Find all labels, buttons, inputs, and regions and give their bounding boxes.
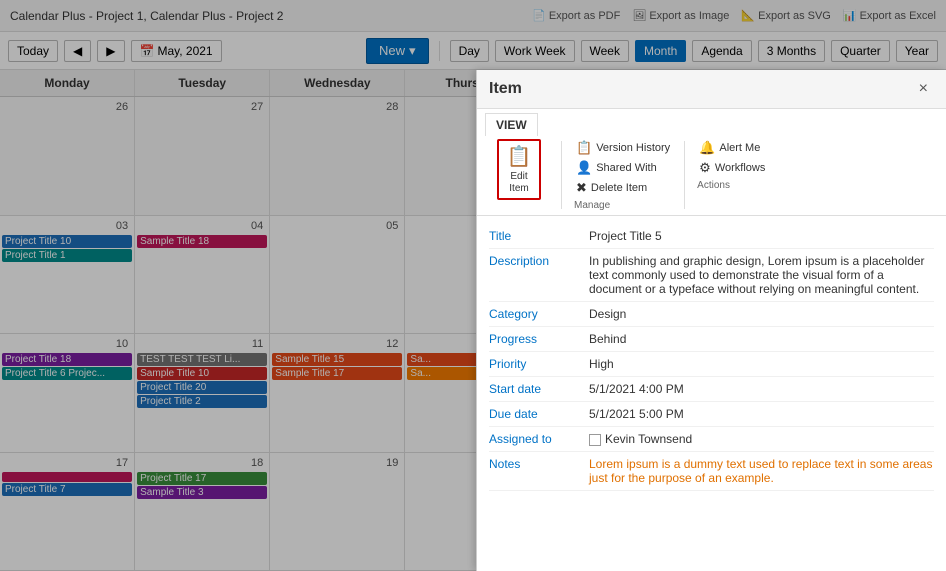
ribbon-group-actions: 🔔 Alert Me ⚙ Workflows Actions bbox=[697, 139, 767, 191]
version-history-icon: 📋 bbox=[576, 140, 592, 156]
detail-label: Assigned to bbox=[489, 432, 589, 446]
delete-icon: ✖ bbox=[576, 180, 587, 196]
edit-item-label: EditItem bbox=[509, 171, 528, 195]
detail-value: Behind bbox=[589, 332, 934, 346]
actions-group-label: Actions bbox=[697, 180, 767, 191]
ribbon-group-manage: 📋 Version History 👤 Shared With ✖ Delete… bbox=[574, 139, 672, 211]
modal-close-button[interactable]: × bbox=[913, 78, 934, 100]
alert-icon: 🔔 bbox=[699, 140, 715, 156]
detail-label: Category bbox=[489, 307, 589, 321]
modal-overlay: Item × VIEW 📋 EditItem bbox=[0, 0, 946, 571]
detail-row: TitleProject Title 5 bbox=[489, 224, 934, 249]
detail-value: High bbox=[589, 357, 934, 371]
detail-row: NotesLorem ipsum is a dummy text used to… bbox=[489, 452, 934, 491]
detail-label: Due date bbox=[489, 407, 589, 421]
shared-with-icon: 👤 bbox=[576, 160, 592, 176]
alert-me-btn[interactable]: 🔔 Alert Me bbox=[697, 139, 767, 157]
detail-label: Notes bbox=[489, 457, 589, 471]
workflows-icon: ⚙ bbox=[699, 160, 711, 176]
detail-label: Description bbox=[489, 254, 589, 268]
workflows-btn[interactable]: ⚙ Workflows bbox=[697, 159, 767, 177]
actions-items-row: 🔔 Alert Me ⚙ Workflows bbox=[697, 139, 767, 177]
detail-value: Kevin Townsend bbox=[589, 432, 934, 446]
modal-header: Item × bbox=[477, 70, 946, 109]
detail-value: 5/1/2021 4:00 PM bbox=[589, 382, 934, 396]
checkbox-icon bbox=[589, 434, 601, 446]
detail-row: Assigned toKevin Townsend bbox=[489, 427, 934, 452]
version-history-btn[interactable]: 📋 Version History bbox=[574, 139, 672, 157]
delete-item-btn[interactable]: ✖ Delete Item bbox=[574, 179, 672, 197]
detail-label: Start date bbox=[489, 382, 589, 396]
ribbon-content: 📋 EditItem 📋 Version History bbox=[485, 135, 938, 211]
edit-item-icon: 📋 bbox=[507, 144, 532, 169]
detail-value: 5/1/2021 5:00 PM bbox=[589, 407, 934, 421]
detail-row: DescriptionIn publishing and graphic des… bbox=[489, 249, 934, 302]
shared-with-btn[interactable]: 👤 Shared With bbox=[574, 159, 672, 177]
ribbon-tab-view[interactable]: VIEW bbox=[485, 113, 538, 136]
manage-group-label: Manage bbox=[574, 200, 672, 211]
ribbon: VIEW 📋 EditItem 📋 Ve bbox=[477, 109, 946, 216]
detail-row: Start date5/1/2021 4:00 PM bbox=[489, 377, 934, 402]
edit-item-button[interactable]: 📋 EditItem bbox=[497, 139, 541, 200]
detail-value: Design bbox=[589, 307, 934, 321]
detail-value: Project Title 5 bbox=[589, 229, 934, 243]
modal-title: Item bbox=[489, 80, 522, 98]
ribbon-divider-1 bbox=[561, 141, 562, 209]
item-modal: Item × VIEW 📋 EditItem bbox=[476, 70, 946, 571]
manage-items-row: 📋 Version History 👤 Shared With ✖ Delete… bbox=[574, 139, 672, 197]
ribbon-divider-2 bbox=[684, 141, 685, 209]
detail-label: Progress bbox=[489, 332, 589, 346]
detail-label: Title bbox=[489, 229, 589, 243]
detail-row: PriorityHigh bbox=[489, 352, 934, 377]
detail-row: ProgressBehind bbox=[489, 327, 934, 352]
detail-row: CategoryDesign bbox=[489, 302, 934, 327]
detail-label: Priority bbox=[489, 357, 589, 371]
detail-value: Lorem ipsum is a dummy text used to repl… bbox=[589, 457, 934, 485]
detail-value: In publishing and graphic design, Lorem … bbox=[589, 254, 934, 296]
detail-row: Due date5/1/2021 5:00 PM bbox=[489, 402, 934, 427]
item-details: TitleProject Title 5DescriptionIn publis… bbox=[477, 216, 946, 571]
ribbon-group-edit: 📋 EditItem bbox=[489, 139, 549, 200]
